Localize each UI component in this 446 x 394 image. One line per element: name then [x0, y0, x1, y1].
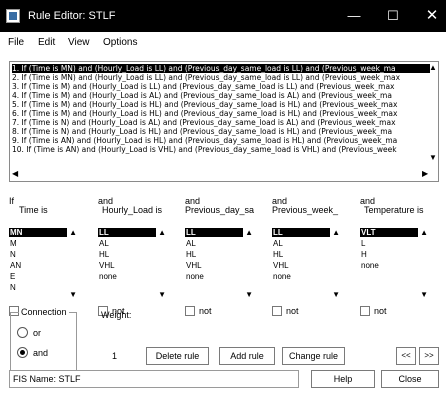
chevron-down-icon[interactable]: ▼ [69, 290, 77, 299]
not-label: not [374, 306, 387, 316]
minimize-button[interactable]: — [340, 6, 368, 26]
scroll-down-icon[interactable]: ▼ [429, 154, 437, 162]
option-item[interactable]: N [9, 250, 67, 259]
maximize-button[interactable]: ☐ [379, 6, 407, 26]
chevron-down-icon[interactable]: ▼ [245, 290, 253, 299]
option-item[interactable]: HL [98, 250, 156, 259]
antecedent-label: Previous_week_ [272, 205, 339, 215]
option-item[interactable]: VHL [98, 261, 156, 270]
radio-or[interactable] [17, 327, 28, 338]
help-button[interactable]: Help [311, 370, 375, 388]
rule-item[interactable]: 3. If (Time is M) and (Hourly_Load is LL… [12, 82, 430, 91]
chevron-up-icon[interactable]: ▲ [420, 228, 428, 237]
antecedent-label: Hourly_Load is [102, 205, 163, 215]
option-item[interactable]: LL [185, 228, 243, 237]
app-icon [6, 9, 20, 23]
option-item[interactable]: AL [98, 239, 156, 248]
chevron-up-icon[interactable]: ▲ [245, 228, 253, 237]
consequent-label: Temperature is [364, 205, 424, 215]
rule-list-hscroll[interactable]: ◀ ▶ [10, 169, 438, 181]
antecedent-prefix: If [9, 196, 15, 206]
option-item[interactable]: AL [185, 239, 243, 248]
rule-list-vscroll[interactable]: ▲ ▼ [428, 62, 438, 181]
delete-rule-button[interactable]: Delete rule [146, 347, 209, 365]
rule-item[interactable]: 10. If (Time is AN) and (Hourly_Load is … [12, 145, 430, 154]
option-item[interactable]: none [360, 261, 418, 270]
antecedent-listbox[interactable]: MN M N AN E N ▲ ▼ [9, 228, 79, 302]
connection-label: Connection [19, 307, 69, 317]
menu-file[interactable]: File [8, 37, 24, 48]
option-item[interactable]: L [360, 239, 418, 248]
option-item[interactable]: LL [98, 228, 156, 237]
client-area: 1. If (Time is MN) and (Hourly_Load is L… [0, 54, 446, 394]
checkbox-icon[interactable] [272, 306, 282, 316]
option-item[interactable]: E [9, 272, 67, 281]
close-window-button[interactable]: ✕ [418, 6, 446, 26]
rule-item[interactable]: 5. If (Time is M) and (Hourly_Load is HL… [12, 100, 430, 109]
rule-item[interactable]: 8. If (Time is N) and (Hourly_Load is HL… [12, 127, 430, 136]
menu-bar: File Edit View Options [0, 32, 446, 54]
antecedent-listbox[interactable]: LL AL HL VHL none ▲ ▼ [185, 228, 255, 302]
prev-button[interactable]: << [396, 347, 416, 365]
option-item[interactable]: H [360, 250, 418, 259]
chevron-up-icon[interactable]: ▲ [332, 228, 340, 237]
chevron-down-icon[interactable]: ▼ [158, 290, 166, 299]
not-label: not [286, 306, 299, 316]
antecedent-label: Time is [19, 205, 48, 215]
option-item[interactable]: none [272, 272, 330, 281]
consequent-listbox[interactable]: VLT L H none ▲ ▼ [360, 228, 430, 302]
chevron-down-icon[interactable]: ▼ [420, 290, 428, 299]
rule-item[interactable]: 2. If (Time is MN) and (Hourly_Load is L… [12, 73, 430, 82]
status-bar: FIS Name: STLF [9, 370, 299, 388]
scroll-left-icon[interactable]: ◀ [12, 170, 18, 178]
checkbox-icon[interactable] [185, 306, 195, 316]
radio-or-label[interactable]: or [33, 328, 41, 338]
next-button[interactable]: >> [419, 347, 439, 365]
rule-item[interactable]: 7. If (Time is N) and (Hourly_Load is AL… [12, 118, 430, 127]
option-item[interactable]: M [9, 239, 67, 248]
add-rule-button[interactable]: Add rule [219, 347, 275, 365]
option-item[interactable]: AL [272, 239, 330, 248]
title-bar: Rule Editor: STLF — ☐ ✕ [0, 0, 446, 32]
radio-and-label[interactable]: and [33, 348, 48, 358]
menu-edit[interactable]: Edit [38, 37, 55, 48]
connection-group: Connection or and [10, 307, 77, 371]
option-item[interactable]: N [9, 283, 67, 292]
option-item[interactable]: none [185, 272, 243, 281]
option-item[interactable]: LL [272, 228, 330, 237]
rule-item[interactable]: 6. If (Time is M) and (Hourly_Load is HL… [12, 109, 430, 118]
radio-and[interactable] [17, 347, 28, 358]
option-item[interactable]: none [98, 272, 156, 281]
antecedent-listbox[interactable]: LL AL HL VHL none ▲ ▼ [98, 228, 168, 302]
scroll-up-icon[interactable]: ▲ [429, 64, 437, 72]
option-item[interactable]: VLT [360, 228, 418, 237]
option-item[interactable]: VHL [185, 261, 243, 270]
window-title: Rule Editor: STLF [28, 10, 116, 22]
scroll-right-icon[interactable]: ▶ [422, 170, 428, 178]
antecedent-label: Previous_day_sa [185, 205, 255, 215]
rule-list[interactable]: 1. If (Time is MN) and (Hourly_Load is L… [9, 61, 439, 182]
option-item[interactable]: MN [9, 228, 67, 237]
checkbox-icon[interactable] [360, 306, 370, 316]
option-item[interactable]: HL [272, 250, 330, 259]
close-button[interactable]: Close [381, 370, 439, 388]
option-item[interactable]: AN [9, 261, 67, 270]
menu-view[interactable]: View [68, 37, 90, 48]
chevron-up-icon[interactable]: ▲ [69, 228, 77, 237]
rule-item[interactable]: 1. If (Time is MN) and (Hourly_Load is L… [12, 64, 430, 73]
rule-item[interactable]: 9. If (Time is AN) and (Hourly_Load is H… [12, 136, 430, 145]
not-label: not [199, 306, 212, 316]
antecedent-listbox[interactable]: LL AL HL VHL none ▲ ▼ [272, 228, 342, 302]
chevron-up-icon[interactable]: ▲ [158, 228, 166, 237]
change-rule-button[interactable]: Change rule [282, 347, 345, 365]
chevron-down-icon[interactable]: ▼ [332, 290, 340, 299]
rule-item[interactable]: 4. If (Time is M) and (Hourly_Load is AL… [12, 91, 430, 100]
menu-options[interactable]: Options [103, 37, 137, 48]
option-item[interactable]: HL [185, 250, 243, 259]
weight-label: Weight: [101, 310, 132, 320]
weight-field[interactable]: 1 [112, 351, 117, 361]
option-item[interactable]: VHL [272, 261, 330, 270]
